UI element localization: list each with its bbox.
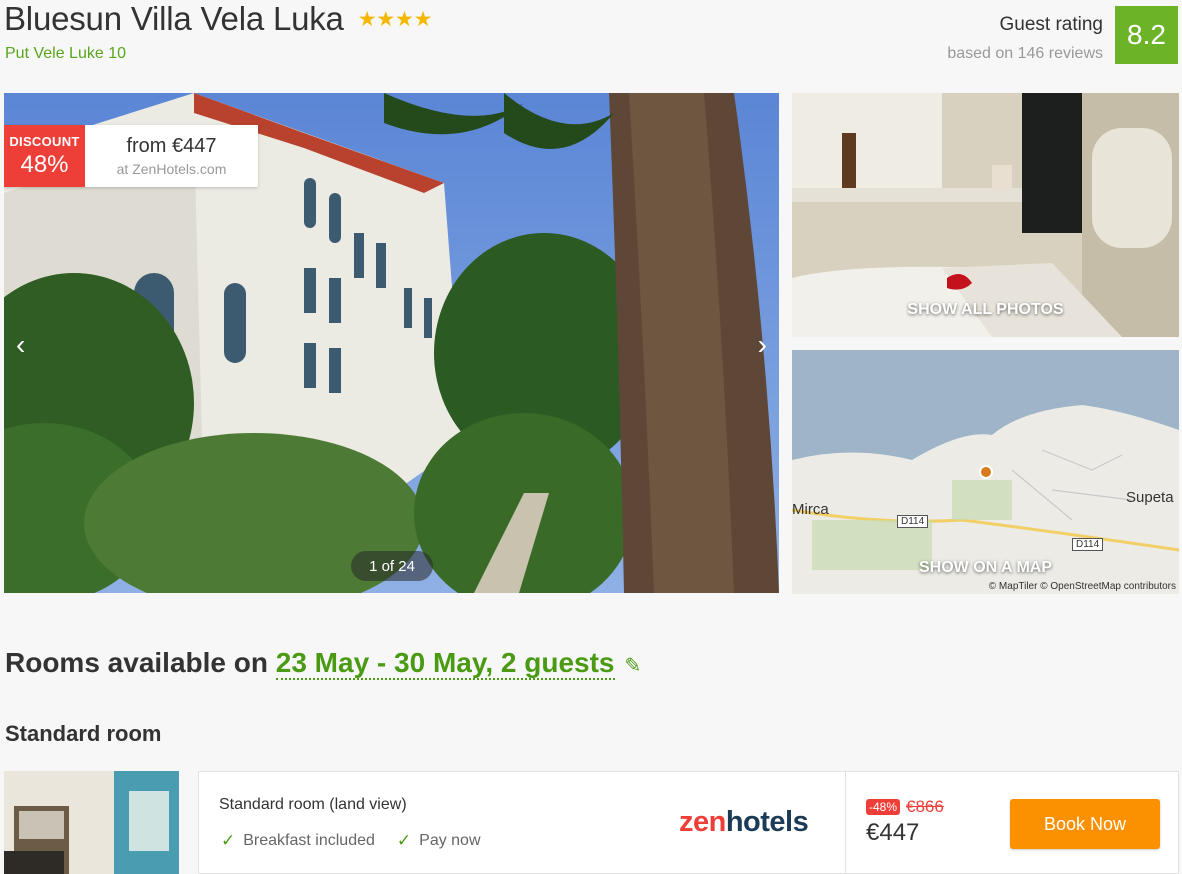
room-photo	[4, 771, 179, 874]
amenity-payment: ✓ Pay now	[397, 831, 481, 851]
room-thumbnail[interactable]	[4, 771, 179, 874]
discount-value: 48%	[20, 150, 69, 178]
book-now-button[interactable]: Book Now	[1010, 799, 1160, 849]
show-on-map-label: SHOW ON A MAP	[918, 559, 1053, 576]
map-credit: © MapTiler © OpenStreetMap contributors	[988, 581, 1176, 592]
rooms-heading: Rooms available on 23 May - 30 May, 2 gu…	[5, 647, 642, 680]
rooms-dates-link[interactable]: 23 May - 30 May, 2 guests	[275, 647, 615, 680]
hotel-title-row: Bluesun Villa Vela Luka ★★★★	[4, 0, 432, 38]
amenity-label: Pay now	[419, 832, 481, 849]
map-road-label: D114	[897, 515, 929, 528]
amenities-list: ✓ Breakfast included ✓ Pay now	[221, 831, 481, 851]
guest-rating[interactable]: Guest rating based on 146 reviews 8.2	[947, 6, 1178, 64]
card-divider	[845, 772, 846, 874]
rooms-heading-prefix: Rooms available on	[5, 647, 276, 678]
discount-label: DISCOUNT	[9, 133, 80, 149]
price-source: at ZenHotels.com	[116, 161, 227, 177]
amenity-label: Breakfast included	[243, 832, 375, 849]
review-count: based on 146 reviews	[947, 45, 1103, 62]
show-all-photos-tile[interactable]: SHOW ALL PHOTOS	[792, 93, 1179, 337]
offer-room-name: Standard room (land view)	[219, 796, 407, 813]
lowest-price-box: from €447 at ZenHotels.com	[85, 125, 258, 187]
rating-score-badge: 8.2	[1115, 6, 1178, 64]
map-road-label: D114	[1072, 538, 1104, 551]
map-city-left: Mirca	[792, 501, 829, 518]
price-block: -48% €866 €447	[866, 797, 944, 847]
room-offer-card: Standard room (land view) ✓ Breakfast in…	[198, 771, 1179, 874]
hotel-name: Bluesun Villa Vela Luka	[4, 0, 344, 37]
logo-part-zen: zen	[679, 806, 726, 838]
checkmark-icon: ✓	[221, 831, 236, 850]
show-on-map-tile[interactable]: Mirca Supeta D114 D114 SHOW ON A MAP © M…	[792, 350, 1179, 594]
discount-percent-tag: -48%	[866, 799, 901, 815]
hotel-address-link[interactable]: Put Vele Luke 10	[5, 45, 126, 63]
hotel-header: Bluesun Villa Vela Luka ★★★★ Put Vele Lu…	[0, 0, 1182, 90]
star-rating: ★★★★	[358, 9, 433, 30]
checkmark-icon: ✓	[396, 831, 412, 850]
amenity-breakfast: ✓ Breakfast included	[221, 831, 375, 851]
pencil-edit-icon[interactable]: ✎	[625, 655, 642, 677]
price-discount-row: -48% €866	[866, 797, 944, 817]
rating-label: Guest rating	[999, 14, 1104, 35]
current-price: €447	[866, 819, 920, 846]
old-price: €866	[906, 797, 944, 816]
discount-badge[interactable]: DISCOUNT 48% from €447 at ZenHotels.com	[4, 125, 258, 187]
hotel-location-pin	[979, 465, 993, 479]
discount-tag: DISCOUNT 48%	[4, 125, 85, 187]
map-city-right: Supeta	[1126, 489, 1174, 506]
chevron-right-icon[interactable]: ›	[758, 329, 767, 361]
show-all-photos-label: SHOW ALL PHOTOS	[907, 301, 1064, 318]
zenhotels-logo: zenhotels	[679, 806, 809, 839]
main-photo-carousel[interactable]: DISCOUNT 48% from €447 at ZenHotels.com …	[4, 93, 779, 593]
star-icons: ★★★★	[357, 7, 433, 31]
from-price: from €447	[126, 135, 217, 157]
logo-part-hotels: hotels	[725, 806, 809, 838]
photo-counter: 1 of 24	[351, 551, 433, 581]
rating-text: Guest rating based on 146 reviews	[947, 6, 1103, 63]
chevron-left-icon[interactable]: ‹	[16, 329, 25, 361]
room-type-title: Standard room	[5, 721, 162, 746]
